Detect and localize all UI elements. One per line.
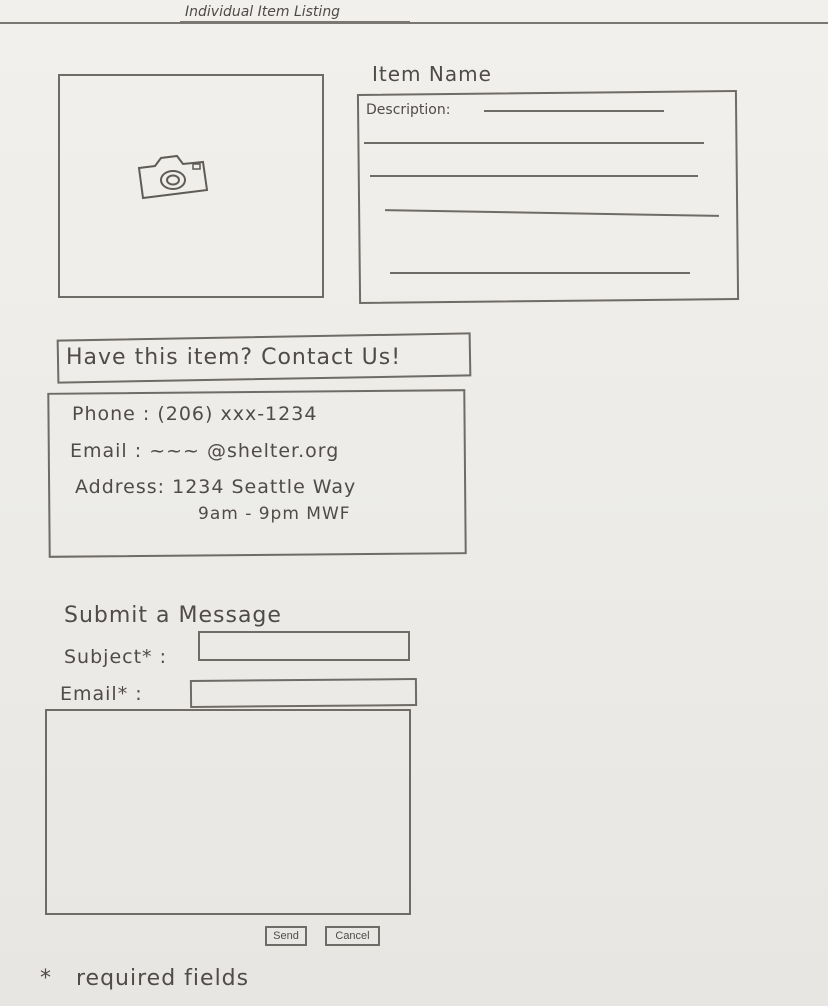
description-line (484, 110, 664, 112)
header-divider (0, 22, 828, 24)
contact-phone: Phone : (206) xxx-1234 (72, 403, 318, 425)
item-photo-placeholder[interactable] (58, 74, 324, 298)
page-title: Individual Item Listing (185, 4, 341, 20)
description-line (370, 175, 698, 177)
message-textarea[interactable] (45, 709, 411, 915)
sketch-page: Individual Item Listing Item Name Descri… (0, 0, 828, 1006)
camera-icon (137, 154, 209, 200)
email-input[interactable] (189, 678, 418, 708)
required-fields-note: * required fields (40, 966, 249, 991)
subject-input[interactable] (198, 631, 410, 661)
description-line (364, 142, 704, 144)
contact-heading: Have this item? Contact Us! (66, 345, 402, 370)
contact-hours: 9am - 9pm MWF (198, 504, 351, 524)
contact-address: Address: 1234 Seattle Way (75, 476, 357, 498)
message-form-title: Submit a Message (64, 603, 282, 628)
send-button[interactable]: Send (265, 926, 307, 946)
required-note-text: required fields (76, 966, 250, 991)
item-name: Item Name (372, 62, 492, 86)
email-label: Email* : (60, 683, 143, 705)
cancel-button[interactable]: Cancel (325, 926, 380, 946)
description-label: Description: (366, 102, 451, 118)
contact-email: Email : ~~~ @shelter.org (70, 440, 340, 462)
required-marker: * (40, 966, 52, 991)
description-line (390, 272, 690, 274)
subject-label: Subject* : (64, 646, 167, 668)
